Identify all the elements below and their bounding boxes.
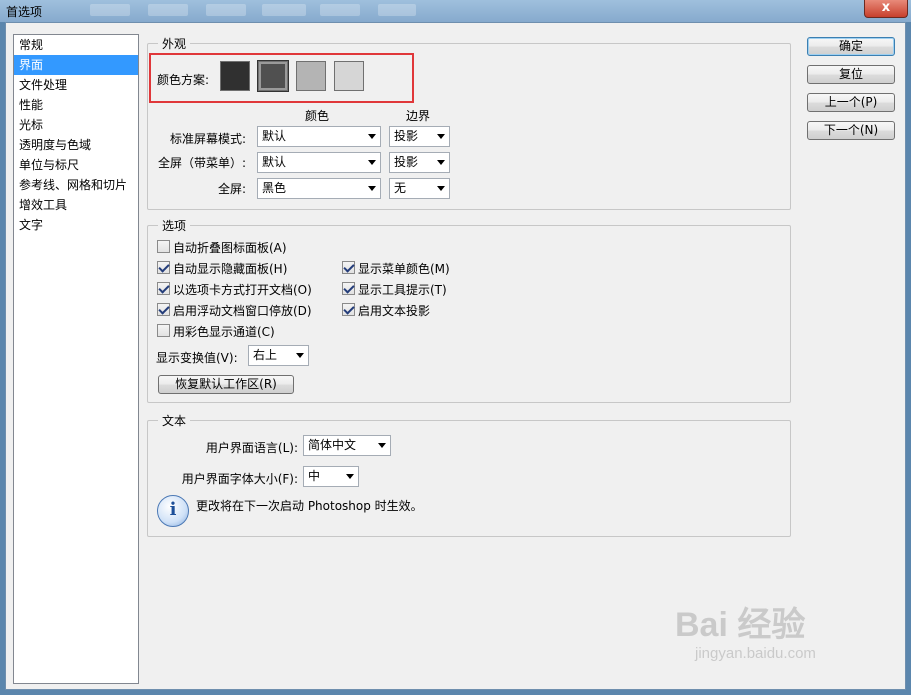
ui-font-size-select[interactable]: 中 [303, 466, 359, 487]
select-value: 默认 [262, 129, 287, 143]
dropdown-arrow-icon [437, 186, 445, 191]
checkbox-box[interactable] [157, 324, 170, 337]
checkbox-label: 自动显示隐藏面板(H) [173, 262, 288, 276]
select-value: 投影 [394, 155, 419, 169]
show-tooltips-checkbox[interactable]: 显示工具提示(T) [342, 281, 447, 297]
previous-button[interactable]: 上一个(P) [807, 93, 895, 112]
standard-screen-mode-label: 标准屏幕模式: [169, 132, 246, 146]
title-bar-blur [206, 4, 246, 16]
select-value: 黑色 [262, 181, 287, 195]
full-screen-with-menu-label: 全屏（带菜单）: [157, 156, 246, 170]
checkbox-box[interactable] [157, 303, 170, 316]
standard-screen-border-select[interactable]: 投影 [389, 126, 450, 147]
dropdown-arrow-icon [368, 186, 376, 191]
watermark-logo: Bai 经验 [675, 606, 806, 644]
select-value: 中 [308, 469, 321, 483]
close-icon: x [881, 0, 891, 15]
full-screen-menu-color-select[interactable]: 默认 [257, 152, 381, 173]
dropdown-arrow-icon [296, 353, 304, 358]
sidebar-item[interactable]: 单位与标尺 [14, 155, 138, 175]
next-button[interactable]: 下一个(N) [807, 121, 895, 140]
floating-window-docking-checkbox[interactable]: 启用浮动文档窗口停放(D) [157, 302, 312, 318]
options-legend: 选项 [162, 219, 187, 233]
dropdown-arrow-icon [437, 134, 445, 139]
baidu-watermark: Bai 经验 jingyan.baidu.com [675, 597, 865, 675]
checkbox-label: 启用文本投影 [358, 304, 431, 318]
checkbox-label: 以选项卡方式打开文档(O) [173, 283, 312, 297]
full-screen-label: 全屏: [217, 182, 246, 196]
dropdown-arrow-icon [346, 474, 354, 479]
text-drop-shadows-checkbox[interactable]: 启用文本投影 [342, 302, 430, 318]
auto-show-hidden-panels-checkbox[interactable]: 自动显示隐藏面板(H) [157, 260, 287, 276]
sidebar-item[interactable]: 参考线、网格和切片 [14, 175, 138, 195]
checkbox-label: 显示菜单颜色(M) [358, 262, 450, 276]
sidebar-item[interactable]: 常规 [14, 35, 138, 55]
open-documents-as-tabs-checkbox[interactable]: 以选项卡方式打开文档(O) [157, 281, 312, 297]
dialog-client-area: 常规 界面 文件处理 性能 光标 透明度与色域 单位与标尺 参考线、网格和切片 增效工具 文字 外… [5, 22, 906, 690]
ui-font-size-label: 用户界面字体大小(F): [181, 472, 298, 486]
full-screen-border-select[interactable]: 无 [389, 178, 450, 199]
column-header-border: 边界 [406, 109, 431, 123]
ui-language-select[interactable]: 简体中文 [303, 435, 391, 456]
preferences-window: 首选项 x 常规 界面 文件处理 性能 光标 透明度与色域 单位与标尺 参考线、网格和切片 增效… [0, 0, 911, 695]
checkbox-label: 显示工具提示(T) [358, 283, 447, 297]
reset-button[interactable]: 复位 [807, 65, 895, 84]
checkbox-box[interactable] [342, 303, 355, 316]
select-value: 投影 [394, 129, 419, 143]
checkbox-label: 用彩色显示通道(C) [173, 325, 275, 339]
ok-button[interactable]: 确定 [807, 37, 895, 56]
select-value: 默认 [262, 155, 287, 169]
checkbox-box[interactable] [157, 282, 170, 295]
checkbox-box[interactable] [342, 261, 355, 274]
title-bar-blur [378, 4, 416, 16]
checkbox-label: 启用浮动文档窗口停放(D) [173, 304, 312, 318]
full-screen-color-select[interactable]: 黑色 [257, 178, 381, 199]
dropdown-arrow-icon [437, 160, 445, 165]
sidebar-item[interactable]: 文字 [14, 215, 138, 235]
title-bar-blur [148, 4, 188, 16]
dropdown-arrow-icon [378, 443, 386, 448]
title-bar[interactable]: 首选项 x [0, 0, 911, 22]
title-bar-blur [90, 4, 130, 16]
show-menu-colors-checkbox[interactable]: 显示菜单颜色(M) [342, 260, 450, 276]
sidebar-item[interactable]: 光标 [14, 115, 138, 135]
checkbox-box[interactable] [157, 261, 170, 274]
select-value: 右上 [253, 348, 278, 362]
standard-screen-color-select[interactable]: 默认 [257, 126, 381, 147]
dropdown-arrow-icon [368, 134, 376, 139]
restart-notice-text: 更改将在下一次启动 Photoshop 时生效。 [196, 499, 423, 513]
watermark-url: jingyan.baidu.com [695, 645, 816, 662]
title-bar-blur [320, 4, 360, 16]
dropdown-arrow-icon [368, 160, 376, 165]
show-transform-values-label: 显示变换值(V): [156, 351, 238, 365]
column-header-color: 颜色 [305, 109, 330, 123]
sidebar-item[interactable]: 增效工具 [14, 195, 138, 215]
sidebar-item[interactable]: 界面 [14, 55, 138, 75]
select-value: 简体中文 [308, 438, 357, 452]
restore-default-workspaces-button[interactable]: 恢复默认工作区(R) [158, 375, 294, 394]
info-icon: i [157, 495, 189, 527]
window-title: 首选项 [6, 5, 43, 19]
appearance-legend: 外观 [162, 37, 187, 51]
highlight-annotation [149, 53, 414, 103]
select-value: 无 [394, 181, 407, 195]
ui-language-label: 用户界面语言(L): [205, 441, 298, 455]
checkbox-box[interactable] [157, 240, 170, 253]
category-list[interactable]: 常规 界面 文件处理 性能 光标 透明度与色域 单位与标尺 参考线、网格和切片 增效工具 文字 [13, 34, 139, 684]
sidebar-item[interactable]: 透明度与色域 [14, 135, 138, 155]
full-screen-menu-border-select[interactable]: 投影 [389, 152, 450, 173]
transform-values-select[interactable]: 右上 [248, 345, 309, 366]
close-button[interactable]: x [864, 0, 908, 18]
auto-collapse-panels-checkbox[interactable]: 自动折叠图标面板(A) [157, 239, 287, 255]
sidebar-item[interactable]: 性能 [14, 95, 138, 115]
checkbox-label: 自动折叠图标面板(A) [173, 241, 287, 255]
color-channels-checkbox[interactable]: 用彩色显示通道(C) [157, 323, 275, 339]
checkbox-box[interactable] [342, 282, 355, 295]
text-legend: 文本 [162, 414, 187, 428]
title-bar-blur [262, 4, 306, 16]
sidebar-item[interactable]: 文件处理 [14, 75, 138, 95]
